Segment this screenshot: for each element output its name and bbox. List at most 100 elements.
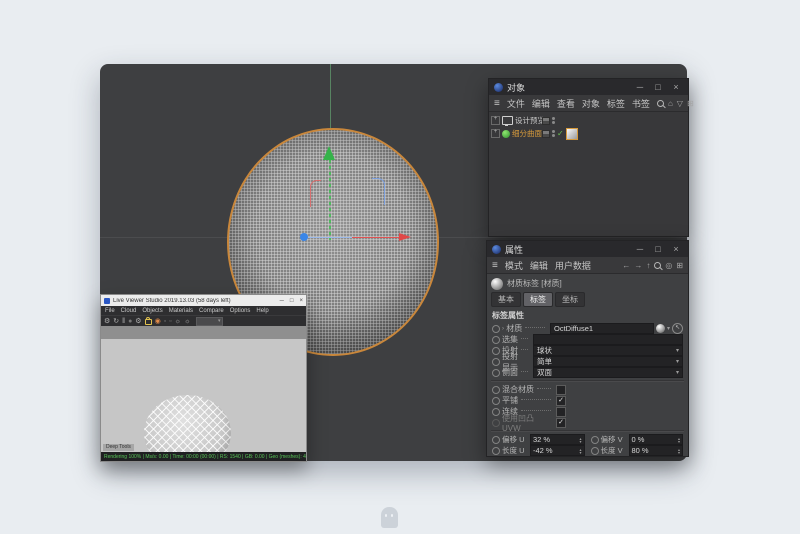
keyframe-ring-icon[interactable] [492, 386, 500, 394]
menu-objects[interactable]: Objects [142, 308, 162, 314]
seamless-checkbox[interactable] [556, 407, 566, 417]
light-icon[interactable]: ☼ [184, 318, 190, 325]
hamburger-icon[interactable]: ≡ [492, 260, 498, 271]
menu-userdata[interactable]: 用户数据 [555, 259, 591, 272]
restart-render-icon[interactable]: ↻ [113, 317, 119, 325]
keyframe-ring-icon[interactable] [492, 336, 500, 344]
object-row-preview[interactable]: + 设计预览图 [489, 114, 688, 127]
menu-tags[interactable]: 标签 [607, 97, 625, 110]
visibility-dots-icon[interactable] [552, 117, 555, 124]
forward-icon[interactable]: → [634, 261, 642, 270]
menu-cloud[interactable]: Cloud [121, 308, 137, 314]
bump-uvw-checkbox[interactable]: ✓ [556, 418, 566, 428]
pick-material-button[interactable]: ↖ [672, 323, 683, 334]
menu-file[interactable]: 文件 [507, 97, 525, 110]
target-icon[interactable]: ◎ [665, 261, 672, 270]
enable-toggle-icon[interactable] [542, 117, 550, 125]
filter-icon[interactable]: ▽ [677, 99, 683, 108]
maximize-button[interactable]: □ [290, 298, 294, 304]
search-icon[interactable] [654, 262, 661, 269]
render-mode-dropdown[interactable]: ▾ [196, 317, 223, 326]
region-icon[interactable]: ▫ [164, 318, 166, 325]
enable-toggle-icon[interactable] [542, 130, 550, 138]
offset-v-input[interactable]: 0 %▴▾ [629, 434, 684, 445]
minimize-button[interactable]: ─ [633, 244, 647, 254]
visibility-dots-icon[interactable] [552, 130, 555, 137]
keyframe-ring-icon[interactable] [492, 347, 500, 355]
menu-file[interactable]: File [105, 308, 115, 314]
object-row-subdivision[interactable]: + 细分曲面 ✓ [489, 127, 688, 140]
menu-bookmarks[interactable]: 书签 [632, 97, 650, 110]
gizmo-y-axis-handle[interactable] [323, 146, 335, 160]
tab-basic[interactable]: 基本 [491, 292, 521, 307]
dropdown-caret-icon[interactable]: ▾ [667, 325, 670, 332]
mix-checkbox[interactable] [556, 385, 566, 395]
texture-tag-icon[interactable] [566, 128, 578, 140]
menu-compare[interactable]: Compare [199, 308, 224, 314]
expand-icon[interactable]: + [491, 116, 500, 125]
keyframe-ring-icon[interactable] [492, 369, 500, 377]
gizmo-x-axis-handle[interactable] [399, 233, 411, 241]
lock-resolution-icon[interactable] [145, 319, 152, 325]
close-button[interactable]: × [669, 244, 683, 254]
back-icon[interactable]: ← [622, 261, 630, 270]
attributes-titlebar[interactable]: 属性 ─ □ × [487, 241, 688, 257]
hamburger-icon[interactable]: ≡ [494, 98, 500, 109]
expand-icon[interactable]: + [491, 129, 500, 138]
object-name-selected[interactable]: 细分曲面 [512, 128, 542, 139]
stop-render-icon[interactable]: ● [128, 318, 132, 325]
close-button[interactable]: × [669, 82, 683, 92]
minimize-button[interactable]: ─ [633, 82, 647, 92]
enabled-check-icon[interactable]: ✓ [557, 130, 564, 138]
search-icon[interactable] [657, 100, 664, 107]
menu-edit[interactable]: 编辑 [532, 97, 550, 110]
live-viewer-titlebar[interactable]: Live Viewer Studio 2019.13.03 (58 days l… [101, 295, 306, 306]
home-icon[interactable]: ⌂ [668, 99, 673, 108]
keyframe-ring-icon[interactable] [492, 408, 500, 416]
selection-input[interactable] [533, 334, 683, 345]
menu-mode[interactable]: 模式 [505, 259, 523, 272]
keyframe-ring-icon[interactable] [492, 447, 500, 455]
add-panel-icon[interactable]: ⊞ [687, 99, 694, 108]
camera-icon[interactable]: ◉ [155, 317, 161, 325]
maximize-button[interactable]: □ [651, 82, 665, 92]
projection-display-select[interactable]: 简单▾ [533, 356, 683, 367]
add-panel-icon[interactable]: ⊞ [676, 261, 683, 270]
maximize-button[interactable]: □ [651, 244, 665, 254]
keyframe-ring-icon[interactable] [492, 436, 500, 444]
menu-help[interactable]: Help [256, 308, 268, 314]
projection-select[interactable]: 球状▾ [533, 345, 683, 356]
keyframe-ring-icon[interactable] [591, 447, 599, 455]
footer-tab[interactable]: Deep Tools [103, 444, 134, 451]
material-thumb-icon[interactable] [656, 324, 665, 333]
length-u-input[interactable]: -42 %▴▾ [530, 445, 585, 456]
length-v-input[interactable]: 80 %▴▾ [629, 445, 684, 456]
gizmo-origin-handle[interactable] [300, 233, 308, 241]
keyframe-ring-icon[interactable] [492, 397, 500, 405]
menu-options[interactable]: Options [230, 308, 251, 314]
tile-checkbox[interactable]: ✓ [556, 396, 566, 406]
expand-caret-icon[interactable]: › [502, 326, 504, 332]
menu-edit[interactable]: 编辑 [530, 259, 548, 272]
minimize-button[interactable]: ─ [280, 298, 284, 304]
offset-u-input[interactable]: 32 %▴▾ [530, 434, 585, 445]
keyframe-ring-icon[interactable] [492, 325, 500, 333]
kernel-settings-icon[interactable]: ⚙ [135, 317, 141, 325]
menu-objects[interactable]: 对象 [582, 97, 600, 110]
up-icon[interactable]: ↑ [646, 261, 650, 270]
render-view[interactable]: Deep Tools [101, 339, 306, 452]
close-button[interactable]: × [299, 298, 303, 304]
light-icon[interactable]: ☼ [175, 318, 181, 325]
keyframe-ring-icon[interactable] [591, 436, 599, 444]
tab-tag[interactable]: 标签 [523, 292, 553, 307]
film-region-icon[interactable]: ▫ [169, 318, 171, 325]
tab-coords[interactable]: 坐标 [555, 292, 585, 307]
menu-materials[interactable]: Materials [169, 308, 193, 314]
menu-view[interactable]: 查看 [557, 97, 575, 110]
keyframe-ring-icon[interactable] [492, 358, 500, 366]
side-select[interactable]: 双面▾ [533, 367, 683, 378]
material-name-input[interactable]: OctDiffuse1 [550, 323, 654, 334]
objects-titlebar[interactable]: 对象 ─ □ × [489, 79, 688, 95]
pause-render-icon[interactable]: ‖ [122, 318, 125, 325]
settings-icon[interactable]: ⚙ [104, 317, 110, 325]
